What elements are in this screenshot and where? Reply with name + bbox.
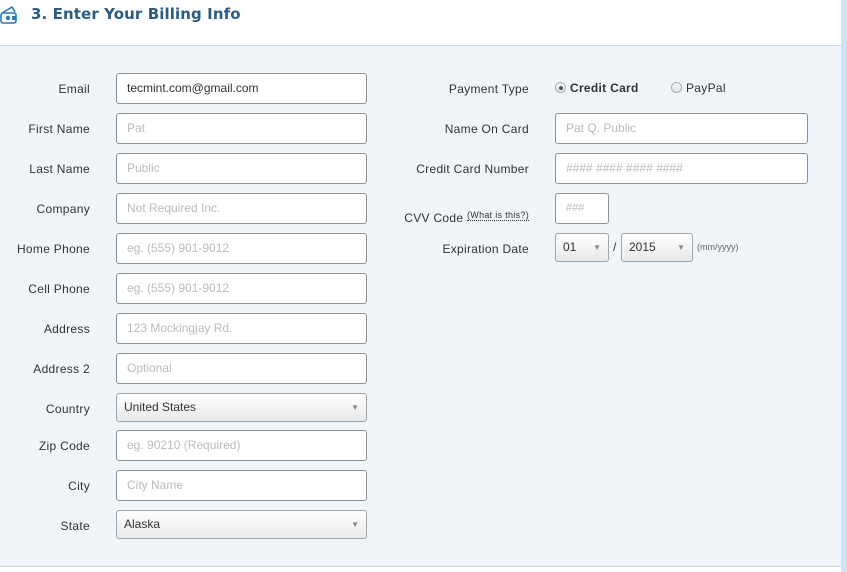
country-selected: United States (124, 400, 197, 414)
address2-label: Address 2 (33, 362, 90, 376)
country-label: Country (45, 402, 90, 416)
chevron-down-icon: ▼ (677, 243, 685, 252)
cvv-field[interactable]: ### (555, 193, 609, 224)
state-selected: Alaska (124, 517, 161, 531)
cell-phone-label: Cell Phone (28, 282, 90, 296)
address-label: Address (43, 322, 90, 336)
date-separator: / (613, 240, 617, 254)
paypal-label[interactable]: PayPal (686, 81, 726, 95)
address2-field[interactable]: Optional (116, 353, 367, 384)
expiration-label: Expiration Date (442, 242, 529, 256)
section-header: 3. Enter Your Billing Info (0, 0, 841, 46)
cell-phone-field[interactable]: eg. (555) 901-9012 (116, 273, 367, 304)
state-label: State (60, 519, 90, 533)
paypal-radio[interactable] (671, 82, 682, 93)
credit-card-radio[interactable] (555, 82, 566, 93)
cvv-label: CVV Code (What is this?) (404, 210, 529, 225)
card-number-field[interactable]: #### #### #### #### (555, 153, 808, 184)
scrollbar-track[interactable] (841, 0, 847, 572)
company-field[interactable]: Not Required Inc. (116, 193, 367, 224)
chevron-down-icon: ▼ (351, 520, 359, 529)
money-wallet-icon (0, 5, 17, 24)
address-field[interactable]: 123 Mockingjay Rd. (116, 313, 367, 344)
cvv-label-text: CVV Code (404, 211, 464, 225)
expiration-month-selected: 01 (563, 240, 577, 254)
chevron-down-icon: ▼ (593, 243, 601, 252)
city-label: City (68, 479, 90, 493)
home-phone-label: Home Phone (16, 242, 90, 256)
zip-label: Zip Code (38, 439, 90, 453)
state-select[interactable]: Alaska ▼ (116, 510, 367, 539)
first-name-field[interactable]: Pat (116, 113, 367, 144)
card-number-label: Credit Card Number (416, 162, 529, 176)
name-on-card-label: Name On Card (444, 122, 529, 136)
home-phone-field[interactable]: eg. (555) 901-9012 (116, 233, 367, 264)
first-name-label: First Name (28, 122, 90, 136)
email-label: Email (58, 82, 90, 96)
date-format-hint: (mm/yyyy) (697, 242, 739, 252)
city-field[interactable]: City Name (116, 470, 367, 501)
email-field[interactable]: tecmint.com@gmail.com (116, 73, 367, 104)
expiration-year-selected: 2015 (629, 240, 656, 254)
name-on-card-field[interactable]: Pat Q. Public (555, 113, 808, 144)
cvv-help-link[interactable]: (What is this?) (466, 210, 529, 221)
payment-type-label: Payment Type (448, 82, 529, 96)
last-name-field[interactable]: Public (116, 153, 367, 184)
page-title: 3. Enter Your Billing Info (31, 5, 241, 23)
expiration-year-select[interactable]: 2015 ▼ (621, 233, 693, 262)
last-name-label: Last Name (29, 162, 90, 176)
company-label: Company (36, 202, 90, 216)
chevron-down-icon: ▼ (351, 403, 359, 412)
zip-field[interactable]: eg. 90210 (Required) (116, 430, 367, 461)
country-select[interactable]: United States ▼ (116, 393, 367, 422)
expiration-month-select[interactable]: 01 ▼ (555, 233, 609, 262)
billing-form: Email tecmint.com@gmail.com First Name P… (0, 46, 841, 567)
credit-card-label[interactable]: Credit Card (570, 81, 639, 95)
